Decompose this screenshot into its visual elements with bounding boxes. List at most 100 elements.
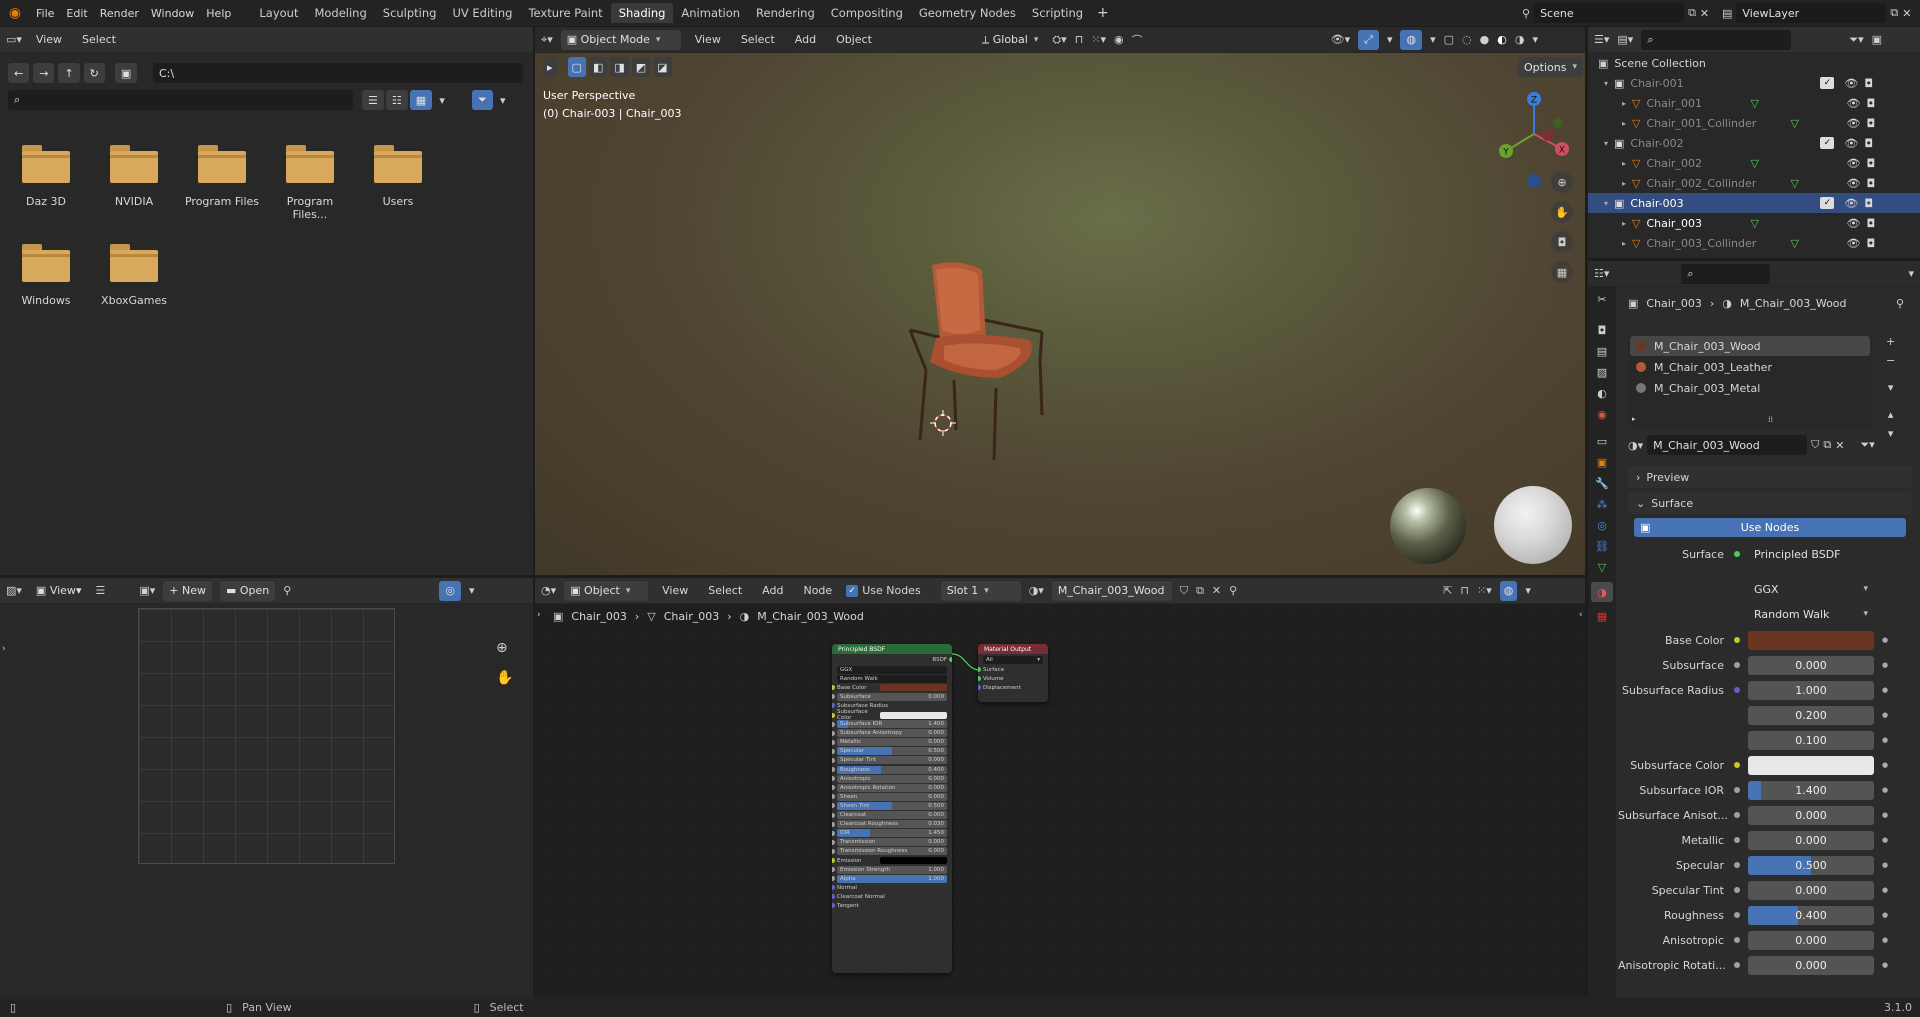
shading-wireframe-icon[interactable]: ◌: [1462, 33, 1472, 46]
keyframe-dot-icon[interactable]: ●: [1882, 836, 1888, 844]
eye-icon[interactable]: 👁: [1846, 117, 1866, 130]
vp-menu-object[interactable]: Object: [830, 31, 878, 48]
material-output-node[interactable]: Material Output All ▾ Surface Volume Displa…: [978, 644, 1048, 702]
material-browse-icon[interactable]: ◑▾: [1029, 584, 1044, 597]
expand-right-icon[interactable]: ▸: [1588, 159, 1632, 168]
keyframe-dot-icon[interactable]: ●: [1882, 661, 1888, 669]
texture-tab-icon[interactable]: ▦: [1597, 610, 1607, 623]
folder-item[interactable]: Program Files...: [270, 145, 350, 221]
distribution-dropdown[interactable]: GGX: [1748, 579, 1874, 599]
scene-collection-row[interactable]: ▣ Scene Collection: [1588, 53, 1920, 73]
render-tab-icon[interactable]: ◘: [1598, 324, 1607, 337]
new-image-button[interactable]: + New: [163, 580, 212, 601]
value-slider[interactable]: Roughness 0.400: [837, 765, 947, 774]
zoom-icon[interactable]: ⊕: [496, 640, 508, 656]
socket-icon[interactable]: [1734, 862, 1740, 868]
expand-right-icon[interactable]: ▸: [1588, 99, 1632, 108]
folder-item[interactable]: NVIDIA: [94, 145, 174, 208]
folder-item[interactable]: Daz 3D: [6, 145, 86, 208]
new-viewlayer-icon[interactable]: ⧉: [1890, 6, 1898, 20]
delete-scene-icon[interactable]: ✕: [1700, 7, 1709, 20]
camera-render-icon[interactable]: ◘: [1866, 217, 1875, 230]
shader-node-editor[interactable]: ◔▾ ▣ Object View Select Add Node ✓Use No…: [535, 578, 1585, 997]
expand-down-icon[interactable]: ▾: [1588, 79, 1614, 88]
ne-menu-node[interactable]: Node: [797, 582, 838, 599]
mesh-data-icon[interactable]: ▽: [1750, 117, 1856, 130]
camera-icon[interactable]: ◘: [1551, 231, 1573, 253]
input-socket[interactable]: [832, 885, 835, 891]
input-socket[interactable]: [832, 767, 835, 773]
socket-icon[interactable]: [1734, 787, 1740, 793]
particles-tab-icon[interactable]: ⁂: [1597, 498, 1608, 511]
eye-icon[interactable]: 👁: [1846, 177, 1866, 190]
pan-hand-icon[interactable]: ✋: [496, 670, 513, 686]
shading-solid-icon[interactable]: ●: [1480, 33, 1490, 46]
collection-tab-icon[interactable]: ▭: [1597, 435, 1607, 448]
material-slot[interactable]: M_Chair_003_Metal: [1630, 378, 1870, 398]
move-down-icon[interactable]: ▾: [1886, 427, 1895, 440]
eye-icon[interactable]: 👁: [1846, 217, 1866, 230]
keyframe-dot-icon[interactable]: ●: [1882, 686, 1888, 694]
keyframe-dot-icon[interactable]: ●: [1882, 711, 1888, 719]
menu-file[interactable]: File: [30, 5, 60, 22]
value-slider[interactable]: Specular Tint 0.000: [837, 756, 947, 765]
eye-icon[interactable]: 👁: [1844, 137, 1864, 150]
target-dropdown[interactable]: All ▾: [983, 655, 1043, 664]
hamburger-icon[interactable]: ☰: [95, 584, 105, 597]
shading-rendered-icon[interactable]: ◑: [1515, 33, 1525, 46]
visibility-icon[interactable]: 👁▾: [1331, 33, 1351, 46]
uv-grid[interactable]: [138, 608, 395, 864]
camera-render-icon[interactable]: ◘: [1866, 157, 1875, 170]
editor-type-icon[interactable]: ◔▾: [541, 584, 556, 597]
keyframe-dot-icon[interactable]: ●: [1882, 961, 1888, 969]
value-slider[interactable]: Metallic 0.000: [837, 738, 947, 747]
modifier-tab-icon[interactable]: 🔧: [1595, 477, 1609, 490]
shading-chevron-icon[interactable]: ▾: [1532, 33, 1538, 46]
path-field[interactable]: C:\: [153, 63, 523, 83]
transform-orientation-dropdown[interactable]: ⟂ Global: [976, 30, 1044, 50]
mesh-data-icon[interactable]: ▽: [1750, 177, 1856, 190]
move-up-icon[interactable]: ▴: [1886, 408, 1895, 421]
list-horizontal-icon[interactable]: ☷: [385, 90, 408, 110]
socket-icon[interactable]: [1734, 662, 1740, 668]
value-slider[interactable]: Sheen Tint 0.500: [837, 801, 947, 810]
checkbox-icon[interactable]: ✓: [1820, 77, 1835, 89]
enum-dropdown[interactable]: Random Walk: [837, 674, 947, 683]
slot-dropdown[interactable]: Slot 1: [940, 580, 1021, 601]
pin-icon[interactable]: ⚲: [1896, 297, 1904, 310]
keyframe-dot-icon[interactable]: ●: [1882, 636, 1888, 644]
fb-search-input[interactable]: ⌕: [8, 90, 353, 110]
world-tab-icon[interactable]: ◉: [1597, 408, 1607, 421]
socket-icon[interactable]: [1734, 687, 1740, 693]
data-tab-icon[interactable]: ▽: [1598, 561, 1606, 574]
keyframe-dot-icon[interactable]: ●: [1882, 786, 1888, 794]
camera-render-icon[interactable]: ◘: [1864, 77, 1873, 90]
outliner-item[interactable]: ▾ ▣ Chair-001 ✓ 👁 ◘: [1588, 73, 1920, 93]
camera-render-icon[interactable]: ◘: [1866, 177, 1875, 190]
snap-element-icon[interactable]: ⁙▾: [1477, 584, 1492, 597]
scene-icon[interactable]: ⚲: [1522, 7, 1530, 20]
expand-right-icon[interactable]: ▸: [1588, 219, 1632, 228]
value-slider[interactable]: Subsurface 0.000: [837, 692, 947, 701]
gizmo-chevron-icon[interactable]: ▾: [1387, 33, 1393, 46]
workspace-tab-uv-editing[interactable]: UV Editing: [444, 3, 520, 23]
gizmo-chevron-icon[interactable]: ▾: [469, 584, 475, 597]
input-socket[interactable]: [832, 848, 835, 854]
folder-item[interactable]: Program Files: [182, 145, 262, 208]
mesh-data-icon[interactable]: ▽: [1750, 217, 1856, 230]
principled-bsdf-node[interactable]: Principled BSDF BSDF GGX Random Walk Base …: [832, 644, 952, 973]
input-socket[interactable]: [832, 821, 835, 827]
input-socket[interactable]: [832, 867, 835, 873]
new-folder-icon[interactable]: ▣: [114, 63, 138, 83]
input-socket[interactable]: [832, 839, 835, 845]
input-socket[interactable]: [832, 794, 835, 800]
material-name-field[interactable]: M_Chair_003_Wood: [1647, 435, 1808, 455]
input-socket[interactable]: [832, 812, 835, 818]
mesh-data-icon[interactable]: ▽: [1750, 157, 1856, 170]
surface-shader-field[interactable]: Principled BSDF: [1748, 544, 1874, 564]
keyframe-dot-icon[interactable]: ●: [1882, 886, 1888, 894]
value-slider[interactable]: Subsurface IOR 1.400: [837, 720, 947, 729]
menu-edit[interactable]: Edit: [60, 5, 93, 22]
filter-chevron-icon[interactable]: ▾: [495, 94, 511, 107]
view-mode-dropdown[interactable]: ▣ View ▾: [30, 581, 88, 601]
